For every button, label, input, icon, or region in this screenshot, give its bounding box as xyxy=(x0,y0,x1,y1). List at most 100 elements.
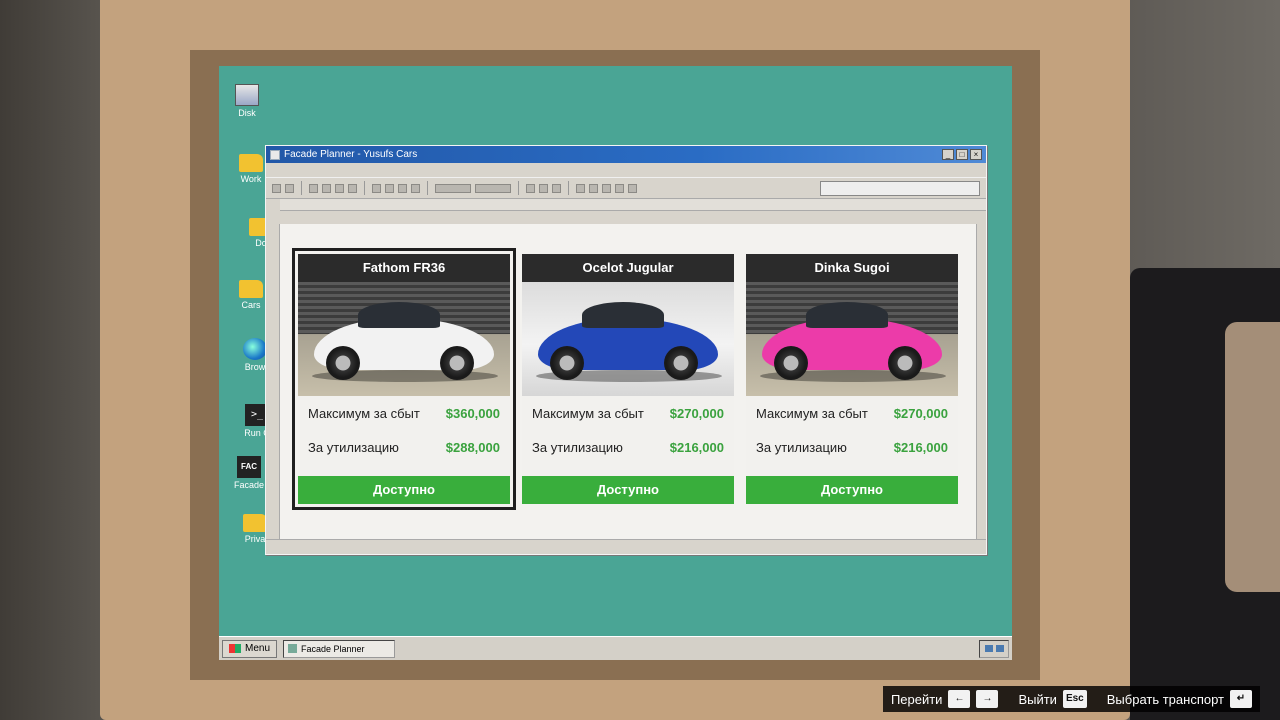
start-menu-button[interactable]: Menu xyxy=(222,639,278,658)
enter-key-icon: ↵ xyxy=(1230,690,1252,708)
desktop-icon-label: Priva xyxy=(244,534,266,544)
max-sell-value: $270,000 xyxy=(893,405,948,421)
desktop-icon-label: Facade xyxy=(233,480,265,490)
vehicle-name: Ocelot Jugular xyxy=(522,254,734,282)
network-icon xyxy=(984,645,993,652)
available-button[interactable]: Доступно xyxy=(522,476,734,504)
esc-key: Esc xyxy=(1062,690,1087,708)
car-wheel xyxy=(664,346,698,380)
vehicle-cards: Fathom FR36 Максимум за сбыт $360,000 За… xyxy=(292,248,958,510)
car-illustration xyxy=(538,302,718,380)
folder-icon xyxy=(243,514,267,532)
max-sell-label: Максимум за сбыт xyxy=(756,405,868,421)
car-cabin xyxy=(358,302,440,328)
max-sell-label: Максимум за сбыт xyxy=(532,405,644,421)
scrap-label: За утилизацию xyxy=(532,439,623,455)
vehicle-image xyxy=(298,282,510,396)
toolbar-separator xyxy=(364,181,365,195)
car-cabin xyxy=(582,302,664,328)
table-icon[interactable] xyxy=(411,183,420,193)
facade-icon: FAC xyxy=(237,456,261,478)
toolbar-separator xyxy=(518,181,519,195)
window-titlebar[interactable]: Facade Planner - Yusufs Cars _ □ × xyxy=(266,146,986,163)
vehicle-name: Fathom FR36 xyxy=(298,254,510,282)
select-label: Выбрать транспорт xyxy=(1106,691,1224,707)
size-select[interactable] xyxy=(475,183,511,193)
car-wheel xyxy=(550,346,584,380)
folder-icon xyxy=(239,154,263,172)
bold-icon[interactable] xyxy=(526,183,535,193)
car-illustration xyxy=(314,302,494,380)
cut-icon[interactable] xyxy=(309,183,318,193)
control-prompts: Перейти ← → Выйти Esc Выбрать транспорт … xyxy=(882,686,1260,712)
toolbar-separator xyxy=(427,181,428,195)
scrap-value: $216,000 xyxy=(669,439,724,455)
italic-icon[interactable] xyxy=(539,183,548,193)
arrow-right-icon: → xyxy=(976,690,999,708)
align-left-icon[interactable] xyxy=(589,183,598,193)
taskbar-item-label: Facade Planner xyxy=(301,643,365,654)
desktop-icon-label: Cars xyxy=(241,300,261,310)
car-wheel xyxy=(326,346,360,380)
arrow-left-icon: ← xyxy=(948,690,971,708)
max-sell-label: Максимум за сбыт xyxy=(308,405,420,421)
vehicle-name: Dinka Sugoi xyxy=(746,254,958,282)
volume-icon xyxy=(995,645,1004,652)
save-icon[interactable] xyxy=(285,183,294,193)
close-button[interactable]: × xyxy=(970,149,982,160)
font-select[interactable] xyxy=(435,183,471,193)
chair-cushion xyxy=(1225,322,1280,592)
exit-label: Выйти xyxy=(1018,691,1057,707)
max-sell-value: $270,000 xyxy=(669,405,724,421)
desktop-icon-label: Work xyxy=(240,174,262,184)
computer-screen: Disk Work Do Cars Brow >_ Run C FAC Faca… xyxy=(219,66,1012,660)
underline-icon[interactable] xyxy=(552,183,561,193)
window-title: Facade Planner - Yusufs Cars xyxy=(284,149,418,160)
vertical-scrollbar[interactable] xyxy=(976,224,986,540)
paste-icon[interactable] xyxy=(335,183,344,193)
vehicle-card-ocelot-jugular[interactable]: Ocelot Jugular Максимум за сбыт $270,000 xyxy=(522,254,734,504)
play-icon[interactable] xyxy=(576,183,585,193)
align-center-icon[interactable] xyxy=(602,183,611,193)
vehicle-card-dinka-sugoi[interactable]: Dinka Sugoi Максимум за сбыт $270,000 За… xyxy=(746,254,958,504)
vehicle-image xyxy=(746,282,958,396)
max-sell-row: Максимум за сбыт $270,000 xyxy=(522,396,734,430)
link-icon[interactable] xyxy=(398,183,407,193)
redo-icon[interactable] xyxy=(385,183,394,193)
car-cabin xyxy=(806,302,888,328)
list-icon[interactable] xyxy=(628,183,637,193)
available-button[interactable]: Доступно xyxy=(298,476,510,504)
facade-planner-window: Facade Planner - Yusufs Cars _ □ × Fatho… xyxy=(265,145,987,555)
format-icon[interactable] xyxy=(348,183,357,193)
toolbar-separator xyxy=(301,181,302,195)
toolbar xyxy=(266,177,986,199)
vehicle-card-fathom-fr36[interactable]: Fathom FR36 Максимум за сбыт $360,000 За… xyxy=(292,248,516,510)
align-right-icon[interactable] xyxy=(615,183,624,193)
app-icon xyxy=(270,149,280,160)
scrap-label: За утилизацию xyxy=(756,439,847,455)
maximize-button[interactable]: □ xyxy=(956,149,968,160)
available-button[interactable]: Доступно xyxy=(746,476,958,504)
new-icon[interactable] xyxy=(272,183,281,193)
scrap-row: За утилизацию $288,000 xyxy=(298,430,510,464)
menu-logo-icon xyxy=(229,644,241,653)
minimize-button[interactable]: _ xyxy=(942,149,954,160)
document-area: Fathom FR36 Максимум за сбыт $360,000 За… xyxy=(280,224,976,540)
search-input[interactable] xyxy=(820,180,980,196)
toolbar-separator xyxy=(568,181,569,195)
scrap-label: За утилизацию xyxy=(308,439,399,455)
desktop-icon-disk[interactable]: Disk xyxy=(219,84,275,118)
scrap-row: За утилизацию $216,000 xyxy=(746,430,958,464)
copy-icon[interactable] xyxy=(322,183,331,193)
car-wheel xyxy=(888,346,922,380)
vertical-ruler xyxy=(266,224,280,540)
menu-bar xyxy=(266,163,986,177)
globe-icon xyxy=(243,338,267,360)
app-icon xyxy=(288,644,298,653)
desktop-icon-label: Brow xyxy=(244,362,266,372)
scrap-row: За утилизацию $216,000 xyxy=(522,430,734,464)
taskbar-item-facade-planner[interactable]: Facade Planner xyxy=(283,639,396,658)
undo-icon[interactable] xyxy=(372,183,381,193)
scrap-value: $216,000 xyxy=(893,439,948,455)
taskbar: Menu Facade Planner xyxy=(219,636,1012,660)
